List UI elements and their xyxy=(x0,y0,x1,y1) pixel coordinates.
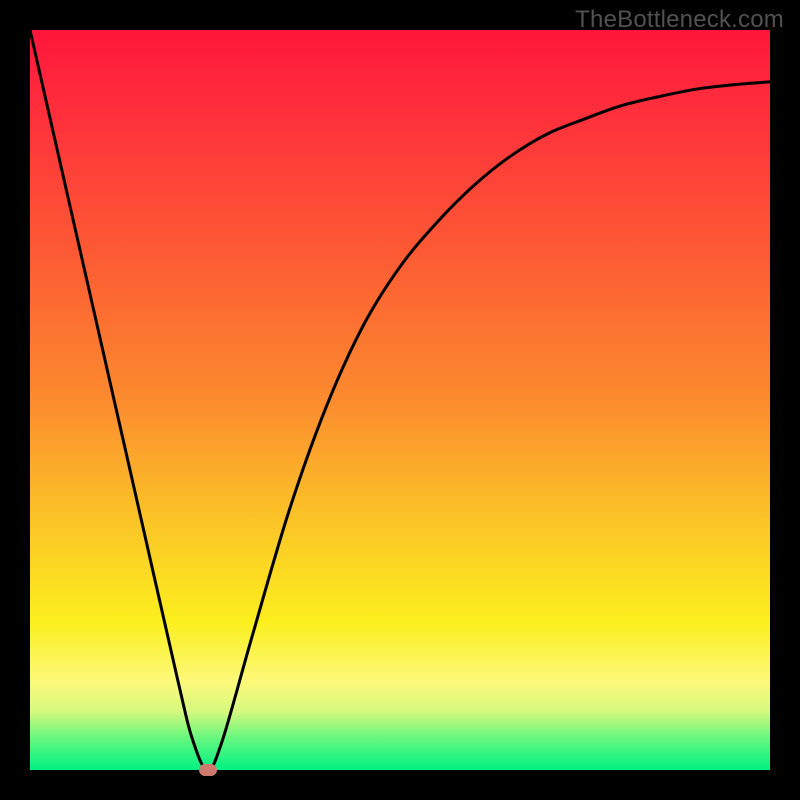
curve-svg xyxy=(30,30,770,770)
optimum-marker xyxy=(199,764,217,776)
chart-frame: TheBottleneck.com xyxy=(0,0,800,800)
watermark-text: TheBottleneck.com xyxy=(575,6,784,34)
bottleneck-curve xyxy=(30,30,770,770)
plot-area xyxy=(30,30,770,770)
